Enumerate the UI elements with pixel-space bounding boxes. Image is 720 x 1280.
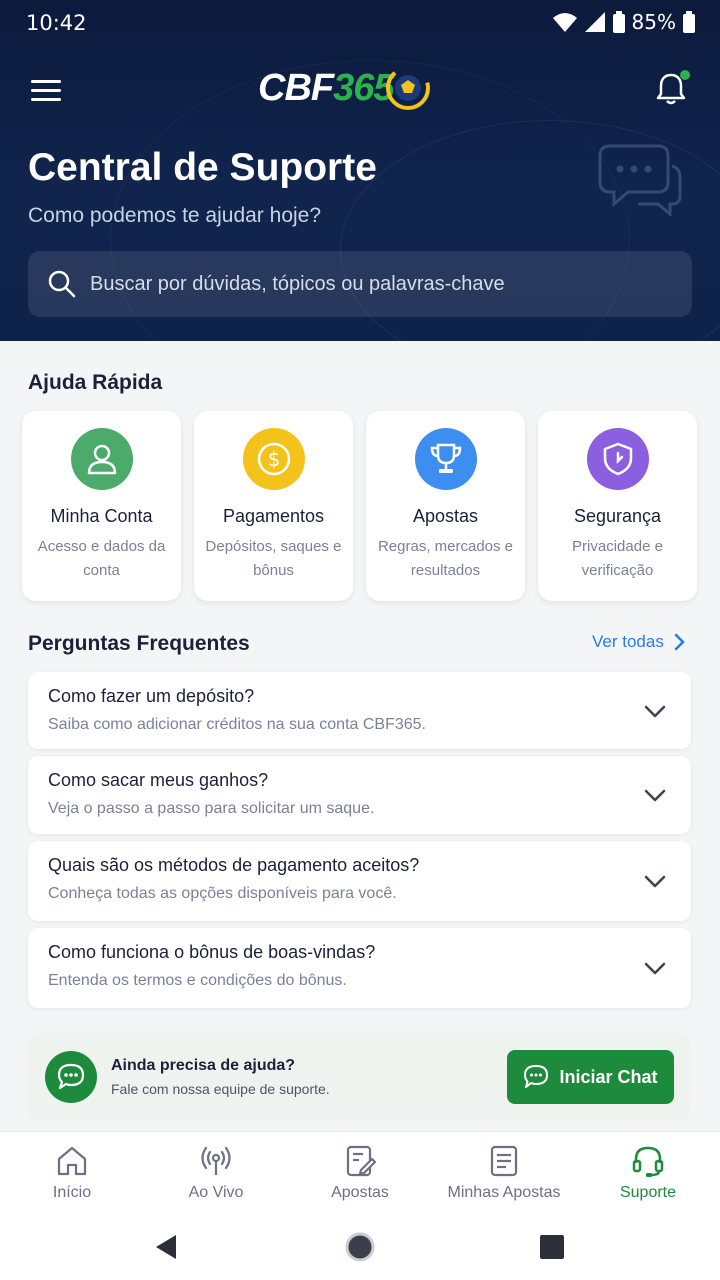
faq-question: Quais são os métodos de pagamento aceito… <box>48 855 420 875</box>
support-header: 10:42 85% CBF 365 Central de Suporte Com… <box>0 0 720 341</box>
faq-answer-preview: Conheça todas as opções disponíveis para… <box>48 885 397 902</box>
quick-card-icon-bg <box>414 428 477 490</box>
chevron-right-icon <box>674 633 685 651</box>
document-icon <box>490 1145 518 1177</box>
nav-item-bets[interactable]: Apostas <box>288 1132 432 1215</box>
faq-answer-preview: Entenda os termos e condições do bônus. <box>48 972 347 989</box>
faq-question: Como funciona o bônus de boas-vindas? <box>48 942 376 962</box>
quick-card-icon-bg <box>586 428 649 490</box>
shield-icon <box>603 442 632 476</box>
quick-card-title: Segurança <box>573 506 662 526</box>
page-title: Central de Suporte <box>28 146 377 189</box>
chat-bubbles-icon <box>598 144 682 216</box>
battery-percent: 85% <box>631 10 676 34</box>
nav-item-home[interactable]: Início <box>0 1132 144 1215</box>
search-input[interactable] <box>90 272 650 296</box>
trophy-icon <box>430 443 461 473</box>
faq-item[interactable]: Como fazer um depósito? Saiba como adici… <box>28 672 691 749</box>
quick-card-bets[interactable]: Apostas Regras, mercados e resultados <box>366 411 525 601</box>
quick-card-desc: Depósitos, saques e bônus <box>205 538 342 579</box>
quick-help-grid: Minha Conta Acesso e dados da conta $ Pa… <box>22 411 698 601</box>
help-subtitle: Fale com nossa equipe de suporte. <box>111 1081 330 1097</box>
faq-item[interactable]: Quais são os métodos de pagamento aceito… <box>28 841 691 921</box>
chevron-down-icon <box>644 789 666 802</box>
nav-label: Início <box>52 1184 92 1201</box>
user-icon <box>87 444 116 475</box>
battery-icon <box>683 11 695 33</box>
faq-item[interactable]: Como sacar meus ganhos? Veja o passo a p… <box>28 756 691 834</box>
search-icon <box>48 270 76 298</box>
app-bar: CBF 365 <box>0 46 720 132</box>
page-subtitle: Como podemos te ajudar hoje? <box>28 204 322 227</box>
recents-icon[interactable] <box>536 1231 568 1263</box>
hamburger-menu-icon <box>31 80 61 101</box>
quick-card-icon-bg <box>70 428 133 490</box>
faq-answer-preview: Saiba como adicionar créditos na sua con… <box>48 716 426 733</box>
start-chat-label: Iniciar Chat <box>559 1066 658 1087</box>
home-circle-icon[interactable] <box>344 1231 376 1263</box>
logo-text-365: 365 <box>333 66 394 109</box>
see-all-link[interactable]: Ver todas <box>592 632 686 652</box>
soccer-ball-icon <box>385 66 430 110</box>
nav-label: Minhas Apostas <box>447 1184 561 1201</box>
help-text: Ainda precisa de ajuda? Fale com nossa e… <box>111 1057 330 1097</box>
system-navigation-bar <box>0 1215 720 1280</box>
nav-item-my-bets[interactable]: Minhas Apostas <box>432 1132 576 1215</box>
faq-item[interactable]: Como funciona o bônus de boas-vindas? En… <box>28 928 691 1008</box>
quick-card-desc: Regras, mercados e resultados <box>377 538 514 579</box>
start-chat-button[interactable]: Iniciar Chat <box>507 1050 674 1104</box>
quick-card-title: Minha Conta <box>50 506 153 526</box>
back-icon[interactable] <box>150 1231 182 1263</box>
chevron-down-icon <box>644 962 666 975</box>
nav-label: Apostas <box>331 1184 389 1201</box>
quick-card-account[interactable]: Minha Conta Acesso e dados da conta <box>22 411 181 601</box>
see-all-label: Ver todas <box>592 632 664 651</box>
chat-bubble-icon <box>524 1065 549 1088</box>
chevron-down-icon <box>644 875 666 888</box>
nav-item-support[interactable]: Suporte <box>576 1132 720 1215</box>
nav-label: Ao Vivo <box>188 1184 244 1201</box>
logo-text-cbf: CBF <box>258 66 334 109</box>
bottom-navigation: Início Ao Vivo Apostas Minhas Apostas Su… <box>0 1131 720 1215</box>
faq-question: Como sacar meus ganhos? <box>48 770 269 790</box>
brand-logo[interactable]: CBF 365 <box>258 56 436 120</box>
nav-label: Suporte <box>619 1184 677 1201</box>
quick-card-title: Apostas <box>412 506 479 526</box>
nav-item-live[interactable]: Ao Vivo <box>144 1132 288 1215</box>
betslip-icon <box>346 1145 377 1177</box>
quick-help-title: Ajuda Rápida <box>28 371 163 394</box>
status-icons: 85% <box>552 10 696 34</box>
headset-icon <box>632 1146 664 1177</box>
dollar-coin-icon: $ <box>257 442 290 476</box>
broadcast-icon <box>201 1146 231 1175</box>
faq-list: Como fazer um depósito? Saiba como adici… <box>28 672 691 1015</box>
quick-card-icon-bg: $ <box>242 428 305 490</box>
faq-title: Perguntas Frequentes <box>28 632 250 655</box>
faq-answer-preview: Veja o passo a passo para solicitar um s… <box>48 800 375 817</box>
contact-support-box: Ainda precisa de ajuda? Fale com nossa e… <box>28 1033 691 1121</box>
wifi-icon <box>552 13 577 32</box>
cell-signal-icon <box>584 12 605 32</box>
svg-text:$: $ <box>267 447 280 471</box>
quick-card-desc: Acesso e dados da conta <box>37 538 166 579</box>
quick-card-security[interactable]: Segurança Privacidade e verificação <box>538 411 697 601</box>
chevron-down-icon <box>644 705 666 717</box>
notification-badge <box>680 70 690 80</box>
status-time: 10:42 <box>26 11 87 35</box>
battery-icon <box>612 11 625 33</box>
faq-question: Como fazer um depósito? <box>48 686 255 706</box>
quick-card-payments[interactable]: $ Pagamentos Depósitos, saques e bônus <box>194 411 353 601</box>
quick-card-desc: Privacidade e verificação <box>572 538 663 579</box>
menu-button[interactable] <box>28 72 64 108</box>
chat-bubble-icon <box>57 1063 85 1090</box>
home-icon <box>57 1146 87 1176</box>
quick-card-title: Pagamentos <box>222 506 325 526</box>
search-bar[interactable] <box>28 251 692 317</box>
help-title: Ainda precisa de ajuda? <box>111 1057 296 1074</box>
notifications-button[interactable] <box>652 70 692 110</box>
status-bar: 10:42 85% <box>0 0 720 46</box>
support-chat-icon-bg <box>45 1051 97 1103</box>
